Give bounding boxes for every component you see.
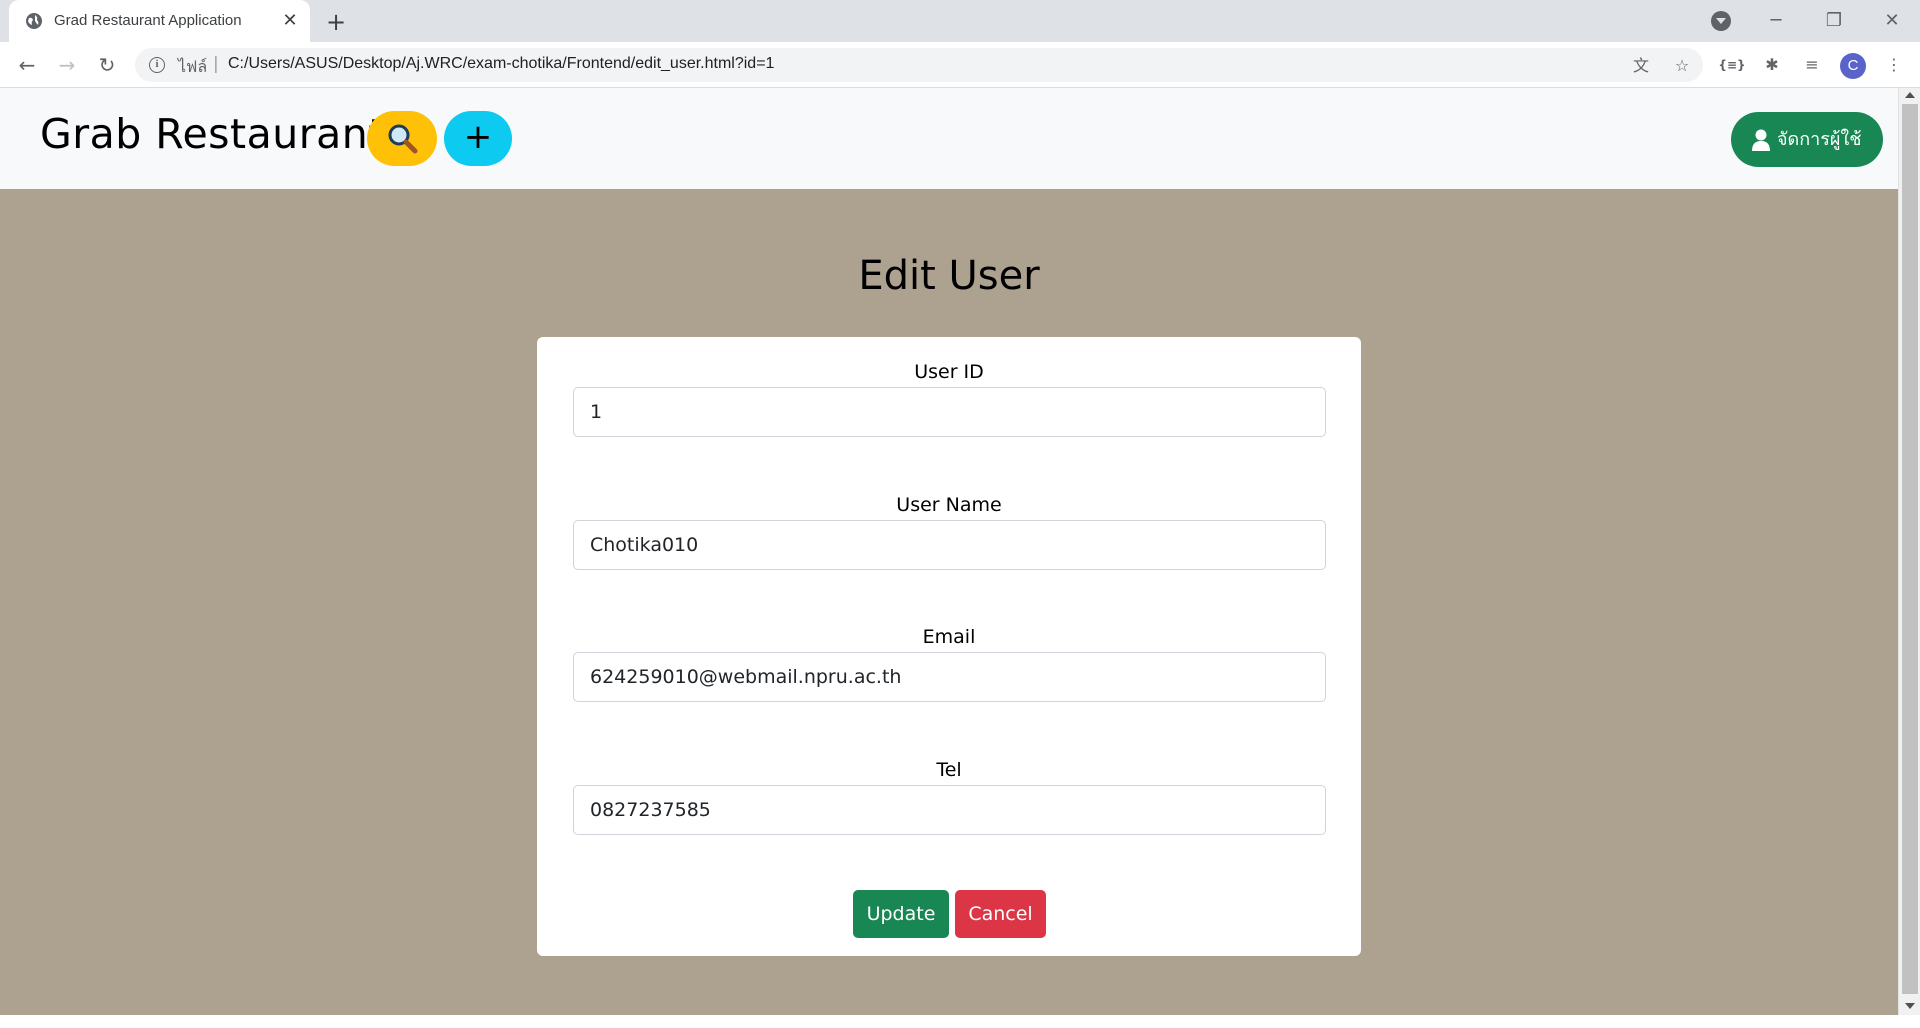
window-bottom-edge	[0, 1015, 1920, 1028]
tab-title: Grad Restaurant Application	[54, 12, 242, 29]
navbar: Grab Restaurant + จัดการผู้ใช้	[0, 88, 1898, 189]
user-name-label: User Name	[896, 494, 1002, 516]
manage-users-button[interactable]: จัดการผู้ใช้	[1731, 112, 1883, 167]
manage-users-label: จัดการผู้ใช้	[1777, 129, 1862, 150]
email-label: Email	[922, 626, 976, 648]
minimize-icon[interactable]: ─	[1761, 6, 1791, 36]
page: Grab Restaurant + จัดการผู้ใช้ Edit User…	[0, 88, 1898, 1015]
scroll-up-icon[interactable]	[1905, 92, 1915, 98]
add-button[interactable]: +	[444, 111, 512, 166]
tel-label: Tel	[936, 759, 962, 781]
browser-toolbar: ← → ↻ i ไฟล์ | C:/Users/ASUS/Desktop/Aj.…	[0, 42, 1920, 88]
page-scrollbar[interactable]	[1898, 88, 1920, 1015]
bookmark-star-icon[interactable]: ☆	[1671, 55, 1693, 77]
restore-icon[interactable]: ❐	[1819, 6, 1849, 36]
search-icon	[388, 124, 418, 153]
address-bar[interactable]: i ไฟล์ | C:/Users/ASUS/Desktop/Aj.WRC/ex…	[135, 48, 1703, 82]
info-icon[interactable]: i	[149, 57, 165, 73]
url-scheme: ไฟล์	[178, 59, 208, 76]
tab-search-icon[interactable]	[1711, 11, 1731, 31]
forward-icon[interactable]: →	[53, 51, 81, 79]
new-tab-icon[interactable]: +	[322, 8, 350, 36]
scroll-down-icon[interactable]	[1905, 1003, 1915, 1009]
user-id-input[interactable]: 1	[573, 387, 1326, 437]
url-text[interactable]: C:/Users/ASUS/Desktop/Aj.WRC/exam-chotik…	[228, 55, 774, 73]
page-title: Edit User	[858, 253, 1040, 299]
email-input[interactable]: 624259010@webmail.npru.ac.th	[573, 652, 1326, 702]
search-button[interactable]	[367, 111, 437, 166]
back-icon[interactable]: ←	[13, 51, 41, 79]
user-name-input[interactable]: Chotika010	[573, 520, 1326, 570]
scroll-thumb[interactable]	[1902, 104, 1918, 994]
browser-tabstrip: Grad Restaurant Application ✕ + ─ ❐ ✕	[0, 0, 1920, 42]
window-close-icon[interactable]: ✕	[1877, 6, 1907, 36]
globe-icon	[26, 13, 42, 29]
tel-input[interactable]: 0827237585	[573, 785, 1326, 835]
browser-tab[interactable]: Grad Restaurant Application ✕	[9, 0, 310, 42]
url-separator: |	[213, 54, 219, 74]
edit-user-form: User ID 1 User Name Chotika010 Email 624…	[537, 337, 1361, 956]
media-queue-icon[interactable]: ≡	[1798, 51, 1826, 79]
user-id-label: User ID	[914, 361, 984, 383]
brand-title[interactable]: Grab Restaurant	[40, 110, 385, 158]
reload-icon[interactable]: ↻	[93, 51, 121, 79]
user-icon	[1752, 129, 1770, 151]
update-button[interactable]: Update	[853, 890, 949, 938]
profile-avatar[interactable]: C	[1840, 53, 1866, 79]
menu-dots-icon[interactable]: ⋮	[1880, 51, 1908, 79]
cancel-button[interactable]: Cancel	[955, 890, 1046, 938]
extension-icon[interactable]: {≡}	[1718, 51, 1746, 79]
extensions-puzzle-icon[interactable]: ✱	[1758, 51, 1786, 79]
close-tab-icon[interactable]: ✕	[279, 10, 301, 32]
translate-icon[interactable]: 文	[1630, 55, 1652, 77]
